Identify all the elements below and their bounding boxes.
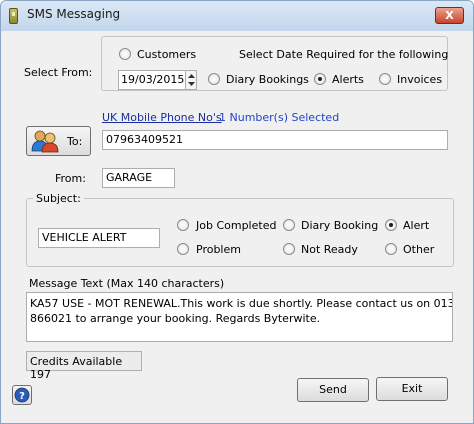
subject-field[interactable]: VEHICLE ALERT xyxy=(38,228,160,248)
date-required-label: Select Date Required for the following xyxy=(239,48,449,61)
uk-mobile-link[interactable]: UK Mobile Phone No's xyxy=(102,111,222,124)
send-button[interactable]: Send xyxy=(297,378,369,402)
other-label: Other xyxy=(403,243,435,256)
exit-button[interactable]: Exit xyxy=(376,377,448,401)
subject-legend: Subject: xyxy=(33,192,84,205)
message-line-2: 866021 to arrange your booking. Regards … xyxy=(30,312,321,325)
from-value: GARAGE xyxy=(106,171,153,184)
to-button[interactable]: To: xyxy=(26,126,91,156)
close-button[interactable]: X xyxy=(435,7,464,24)
app-icon xyxy=(9,8,18,24)
radio-problem[interactable] xyxy=(177,243,189,255)
sms-window: SMS Messaging X Select From: Customers S… xyxy=(0,0,474,424)
users-icon xyxy=(31,130,59,153)
credits-text: Credits Available 197 xyxy=(30,355,123,381)
svg-text:?: ? xyxy=(19,391,25,402)
radio-alerts[interactable] xyxy=(314,73,326,85)
select-from-label: Select From: xyxy=(24,66,93,79)
message-field[interactable]: KA57 USE - MOT RENEWAL.This work is due … xyxy=(26,292,453,342)
alerts-label: Alerts xyxy=(332,73,364,86)
invoices-label: Invoices xyxy=(397,73,443,86)
problem-label: Problem xyxy=(196,243,241,256)
diary-bookings-label: Diary Bookings xyxy=(226,73,309,86)
date-value: 19/03/2015 xyxy=(121,73,185,86)
radio-diary-booking[interactable] xyxy=(283,219,295,231)
alert-label: Alert xyxy=(403,219,430,232)
radio-job-completed[interactable] xyxy=(177,219,189,231)
window-title: SMS Messaging xyxy=(27,7,121,21)
message-label: Message Text (Max 140 characters) xyxy=(29,277,225,290)
radio-diary-bookings[interactable] xyxy=(208,73,220,85)
title-bar: SMS Messaging X xyxy=(1,1,473,31)
date-spinner[interactable] xyxy=(185,71,196,89)
customers-label: Customers xyxy=(137,48,197,61)
spin-up-icon[interactable] xyxy=(186,71,197,89)
radio-other[interactable] xyxy=(385,243,397,255)
not-ready-label: Not Ready xyxy=(301,243,358,256)
phone-number-value: 07963409521 xyxy=(106,133,183,146)
phone-number-field[interactable]: 07963409521 xyxy=(102,130,448,150)
message-line-1: KA57 USE - MOT RENEWAL.This work is due … xyxy=(30,297,453,310)
credits-panel: Credits Available 197 xyxy=(26,351,142,381)
radio-invoices[interactable] xyxy=(379,73,391,85)
to-label: To: xyxy=(67,135,83,148)
diary-booking-label: Diary Booking xyxy=(301,219,379,232)
subject-value: VEHICLE ALERT xyxy=(42,231,127,244)
radio-not-ready[interactable] xyxy=(283,243,295,255)
help-icon: ? xyxy=(14,387,30,403)
dialog-body: Select From: Customers Select Date Requi… xyxy=(8,31,467,417)
from-label: From: xyxy=(55,172,86,185)
radio-customers[interactable] xyxy=(119,48,131,60)
help-button[interactable]: ? xyxy=(12,385,32,405)
numbers-selected: 1 Number(s) Selected xyxy=(219,111,340,124)
radio-alert[interactable] xyxy=(385,219,397,231)
from-field[interactable]: GARAGE xyxy=(102,168,175,188)
job-completed-label: Job Completed xyxy=(196,219,277,232)
